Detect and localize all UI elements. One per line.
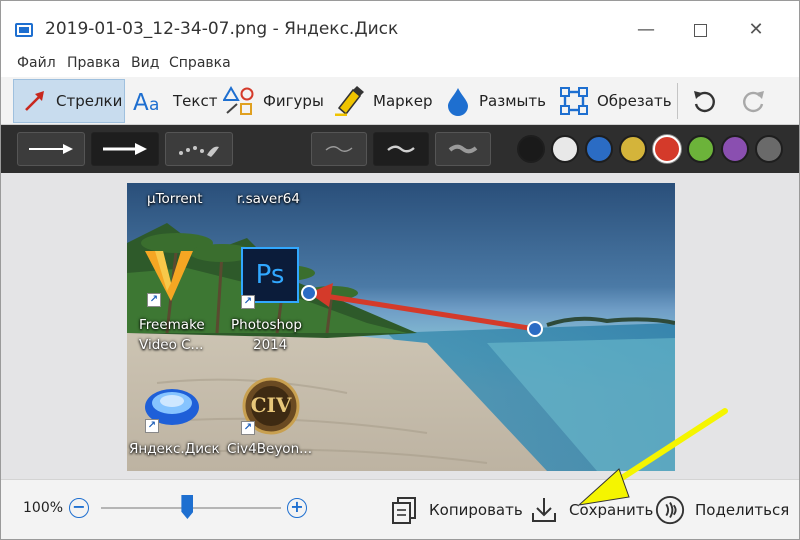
- copy-button[interactable]: Копировать: [389, 488, 523, 532]
- color-swatch[interactable]: [619, 135, 647, 163]
- tool-bar: Стрелки Aa Текст Фигуры Маркер Размыть О…: [1, 77, 799, 125]
- stroke-thick-icon: [448, 144, 478, 154]
- zoom-level-text: 100%: [23, 500, 64, 516]
- tool-shapes[interactable]: Фигуры: [223, 79, 324, 123]
- stroke-thick[interactable]: [435, 132, 491, 166]
- menu-edit[interactable]: Правка: [67, 55, 120, 71]
- download-icon: [529, 495, 559, 525]
- redo-icon: [741, 88, 767, 114]
- arrow-dotted-icon: [179, 146, 219, 157]
- menu-bar: Файл Правка Вид Справка: [1, 53, 799, 77]
- arrow-style-thin[interactable]: [17, 132, 85, 166]
- arrow-style-bold[interactable]: [91, 132, 159, 166]
- undo-icon: [691, 88, 717, 114]
- marker-tool-icon: [333, 86, 365, 116]
- svg-text:a: a: [149, 95, 159, 114]
- tool-text-label: Текст: [173, 92, 218, 110]
- stroke-medium-icon: [387, 145, 415, 153]
- color-swatch[interactable]: [585, 135, 613, 163]
- color-swatch[interactable]: [721, 135, 749, 163]
- share-icon: [655, 495, 685, 525]
- tool-marker[interactable]: Маркер: [333, 79, 432, 123]
- blur-tool-icon: [445, 88, 471, 116]
- arrow-start-handle[interactable]: [301, 285, 317, 301]
- save-button[interactable]: Сохранить: [529, 488, 653, 532]
- options-bar: [1, 125, 799, 173]
- arrow-thin-icon: [29, 144, 73, 154]
- maximize-icon: [693, 23, 707, 37]
- text-tool-icon: Aa: [133, 88, 165, 114]
- tool-crop[interactable]: Обрезать: [559, 79, 672, 123]
- screenshot-image[interactable]: µTorrent r.saver64 ↗ Freemake Video C...…: [127, 183, 675, 471]
- toolbar-separator: [677, 83, 678, 119]
- redo-button[interactable]: [737, 79, 771, 123]
- shapes-tool-icon: [223, 86, 255, 115]
- copy-icon: [389, 495, 419, 525]
- tool-arrows[interactable]: Стрелки: [13, 79, 125, 123]
- color-swatch[interactable]: [551, 135, 579, 163]
- share-button[interactable]: Поделиться: [655, 488, 789, 532]
- save-label: Сохранить: [569, 501, 654, 519]
- svg-text:A: A: [133, 90, 149, 114]
- copy-label: Копировать: [429, 501, 523, 519]
- menu-help[interactable]: Справка: [169, 55, 231, 71]
- close-button[interactable]: ✕: [741, 15, 771, 45]
- stroke-thin[interactable]: [311, 132, 367, 166]
- stroke-thin-icon: [325, 146, 353, 152]
- share-label: Поделиться: [695, 501, 790, 519]
- zoom-in-button[interactable]: +: [287, 498, 307, 518]
- zoom-out-button[interactable]: −: [69, 498, 89, 518]
- tool-crop-label: Обрезать: [597, 92, 672, 110]
- tool-blur[interactable]: Размыть: [445, 79, 546, 123]
- color-swatch[interactable]: [755, 135, 783, 163]
- arrow-bold-icon: [103, 143, 147, 155]
- arrow-end-handle[interactable]: [527, 321, 543, 337]
- color-swatch[interactable]: [653, 135, 681, 163]
- minimize-button[interactable]: —: [631, 15, 661, 45]
- app-icon: [15, 23, 33, 37]
- undo-button[interactable]: [687, 79, 721, 123]
- maximize-button[interactable]: [685, 15, 715, 45]
- tool-shapes-label: Фигуры: [263, 92, 324, 110]
- zoom-slider-thumb[interactable]: [181, 495, 194, 519]
- tool-text[interactable]: Aa Текст: [131, 79, 217, 123]
- menu-view[interactable]: Вид: [131, 55, 159, 71]
- window-title: 2019-01-03_12-34-07.png - Яндекс.Диск: [45, 19, 399, 39]
- color-swatch[interactable]: [517, 135, 545, 163]
- tool-marker-label: Маркер: [373, 92, 433, 110]
- color-swatch[interactable]: [687, 135, 715, 163]
- tool-blur-label: Размыть: [479, 92, 546, 110]
- app-window: 2019-01-03_12-34-07.png - Яндекс.Диск — …: [0, 0, 800, 540]
- tool-arrows-label: Стрелки: [56, 92, 123, 110]
- arrow-style-dotted[interactable]: [165, 132, 233, 166]
- arrow-tool-icon: [22, 88, 48, 114]
- stroke-medium[interactable]: [373, 132, 429, 166]
- crop-tool-icon: [559, 87, 589, 115]
- bottom-bar: 100% − + Копировать Сохранить Поделиться: [1, 479, 799, 539]
- menu-file[interactable]: Файл: [17, 55, 56, 71]
- canvas-area[interactable]: µTorrent r.saver64 ↗ Freemake Video C...…: [1, 173, 799, 479]
- annotation-arrow[interactable]: [127, 183, 675, 471]
- title-bar[interactable]: 2019-01-03_12-34-07.png - Яндекс.Диск — …: [1, 1, 799, 53]
